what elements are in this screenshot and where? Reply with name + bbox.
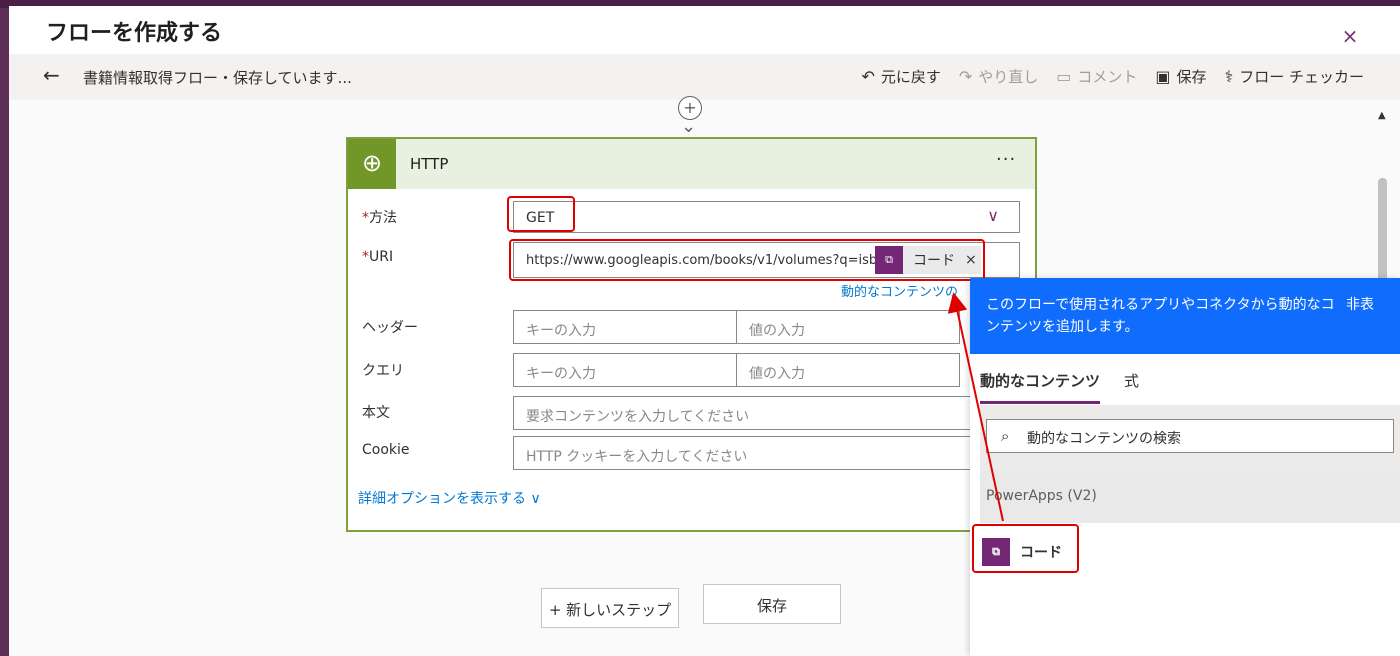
comment-button[interactable]: ▭ コメント [1056,66,1137,87]
scroll-up-icon[interactable]: ▲ [1378,110,1386,121]
dialog-title: フローを作成する [46,21,223,46]
method-label: *方法 [362,210,397,226]
panel-header: このフローで使用されるアプリやコネクタから動的なコンテンツを追加します。 非表 [970,278,1400,354]
chevron-down-icon: ∨ [987,206,999,225]
method-value: GET [526,210,555,226]
action-header[interactable]: ⊕ HTTP ··· [348,139,1035,189]
body-label: 本文 [362,405,390,421]
tab-dynamic-content[interactable]: 動的なコンテンツ [980,370,1101,404]
panel-description: このフローで使用されるアプリやコネクタから動的なコンテンツを追加します。 [986,297,1335,335]
panel-tabs: 動的なコンテンツ 式 [980,370,1139,404]
stethoscope-icon: ⚕ [1224,67,1234,86]
headers-label: ヘッダー [362,320,418,336]
powerapps-icon: ⧉ [982,538,1010,566]
item-label: コード [1020,545,1062,561]
save-button[interactable]: ▣ 保存 [1155,66,1206,87]
save-icon: ▣ [1155,67,1171,86]
queries-label: クエリ [362,363,404,379]
cookie-input[interactable]: HTTP クッキーを入力してください [513,436,973,470]
query-value-input[interactable]: 値の入力 [736,353,960,387]
header-value-input[interactable]: 値の入力 [736,310,960,344]
token-label: コード [913,253,955,269]
action-title: HTTP [410,155,449,173]
uri-text: https://www.googleapis.com/books/v1/volu… [526,253,890,268]
search-area: ⌕ 動的なコンテンツの検索 [980,405,1400,471]
group-header-powerapps[interactable]: PowerApps (V2) [980,471,1400,523]
hide-panel-button[interactable]: 非表 [1346,294,1374,316]
save-flow-button[interactable]: 保存 [703,584,841,624]
show-advanced-options[interactable]: 詳細オプションを表示する ∨ [358,488,541,508]
dynamic-content-panel: このフローで使用されるアプリやコネクタから動的なコンテンツを追加します。 非表 … [970,278,1400,656]
method-select[interactable]: GET ∨ [513,201,1020,233]
http-action-card: ⊕ HTTP ··· *方法 GET ∨ *URI https://www.go… [346,137,1037,532]
new-step-button[interactable]: + 新しいステップ [541,588,679,628]
dynamic-token-code[interactable]: ⧉ コード × [875,246,981,274]
back-arrow-icon[interactable]: ← [43,65,60,85]
redo-icon: ↷ [958,67,973,86]
token-remove-icon[interactable]: × [965,252,977,268]
undo-button[interactable]: ↶ 元に戻す [861,66,940,87]
query-key-input[interactable]: キーの入力 [513,353,737,387]
dynamic-item-code[interactable]: ⧉ コード [982,535,1062,569]
comment-icon: ▭ [1056,67,1072,86]
body-input[interactable]: 要求コンテンツを入力してください [513,396,973,430]
add-dynamic-content-link[interactable]: 動的なコンテンツの [841,281,958,300]
search-icon: ⌕ [1001,427,1010,445]
redo-button[interactable]: ↷ やり直し [959,66,1038,87]
flow-checker-button[interactable]: ⚕ フロー チェッカー [1225,66,1364,87]
connector-arrow-icon: ⌄ [681,116,697,137]
search-placeholder: 動的なコンテンツの検索 [1027,431,1181,447]
chevron-down-icon: ∨ [530,491,541,507]
undo-icon: ↶ [861,67,875,86]
header-key-input[interactable]: キーの入力 [513,310,737,344]
tab-expression[interactable]: 式 [1124,370,1139,404]
more-options-icon[interactable]: ··· [996,149,1016,170]
cookie-label: Cookie [362,442,410,458]
create-flow-dialog: フローを作成する × ← 書籍情報取得フロー・保存しています... ↶ 元に戻す … [9,6,1400,656]
close-icon[interactable]: × [1340,26,1360,46]
powerapps-icon: ⧉ [875,246,903,274]
uri-input[interactable]: https://www.googleapis.com/books/v1/volu… [513,242,1020,278]
command-bar: ← 書籍情報取得フロー・保存しています... ↶ 元に戻す ↷ やり直し ▭ コメント… [9,54,1400,100]
globe-icon: ⊕ [348,139,396,189]
uri-label: *URI [362,249,394,265]
flow-name: 書籍情報取得フロー・保存しています... [83,69,352,87]
dynamic-search-input[interactable]: ⌕ 動的なコンテンツの検索 [986,419,1394,453]
